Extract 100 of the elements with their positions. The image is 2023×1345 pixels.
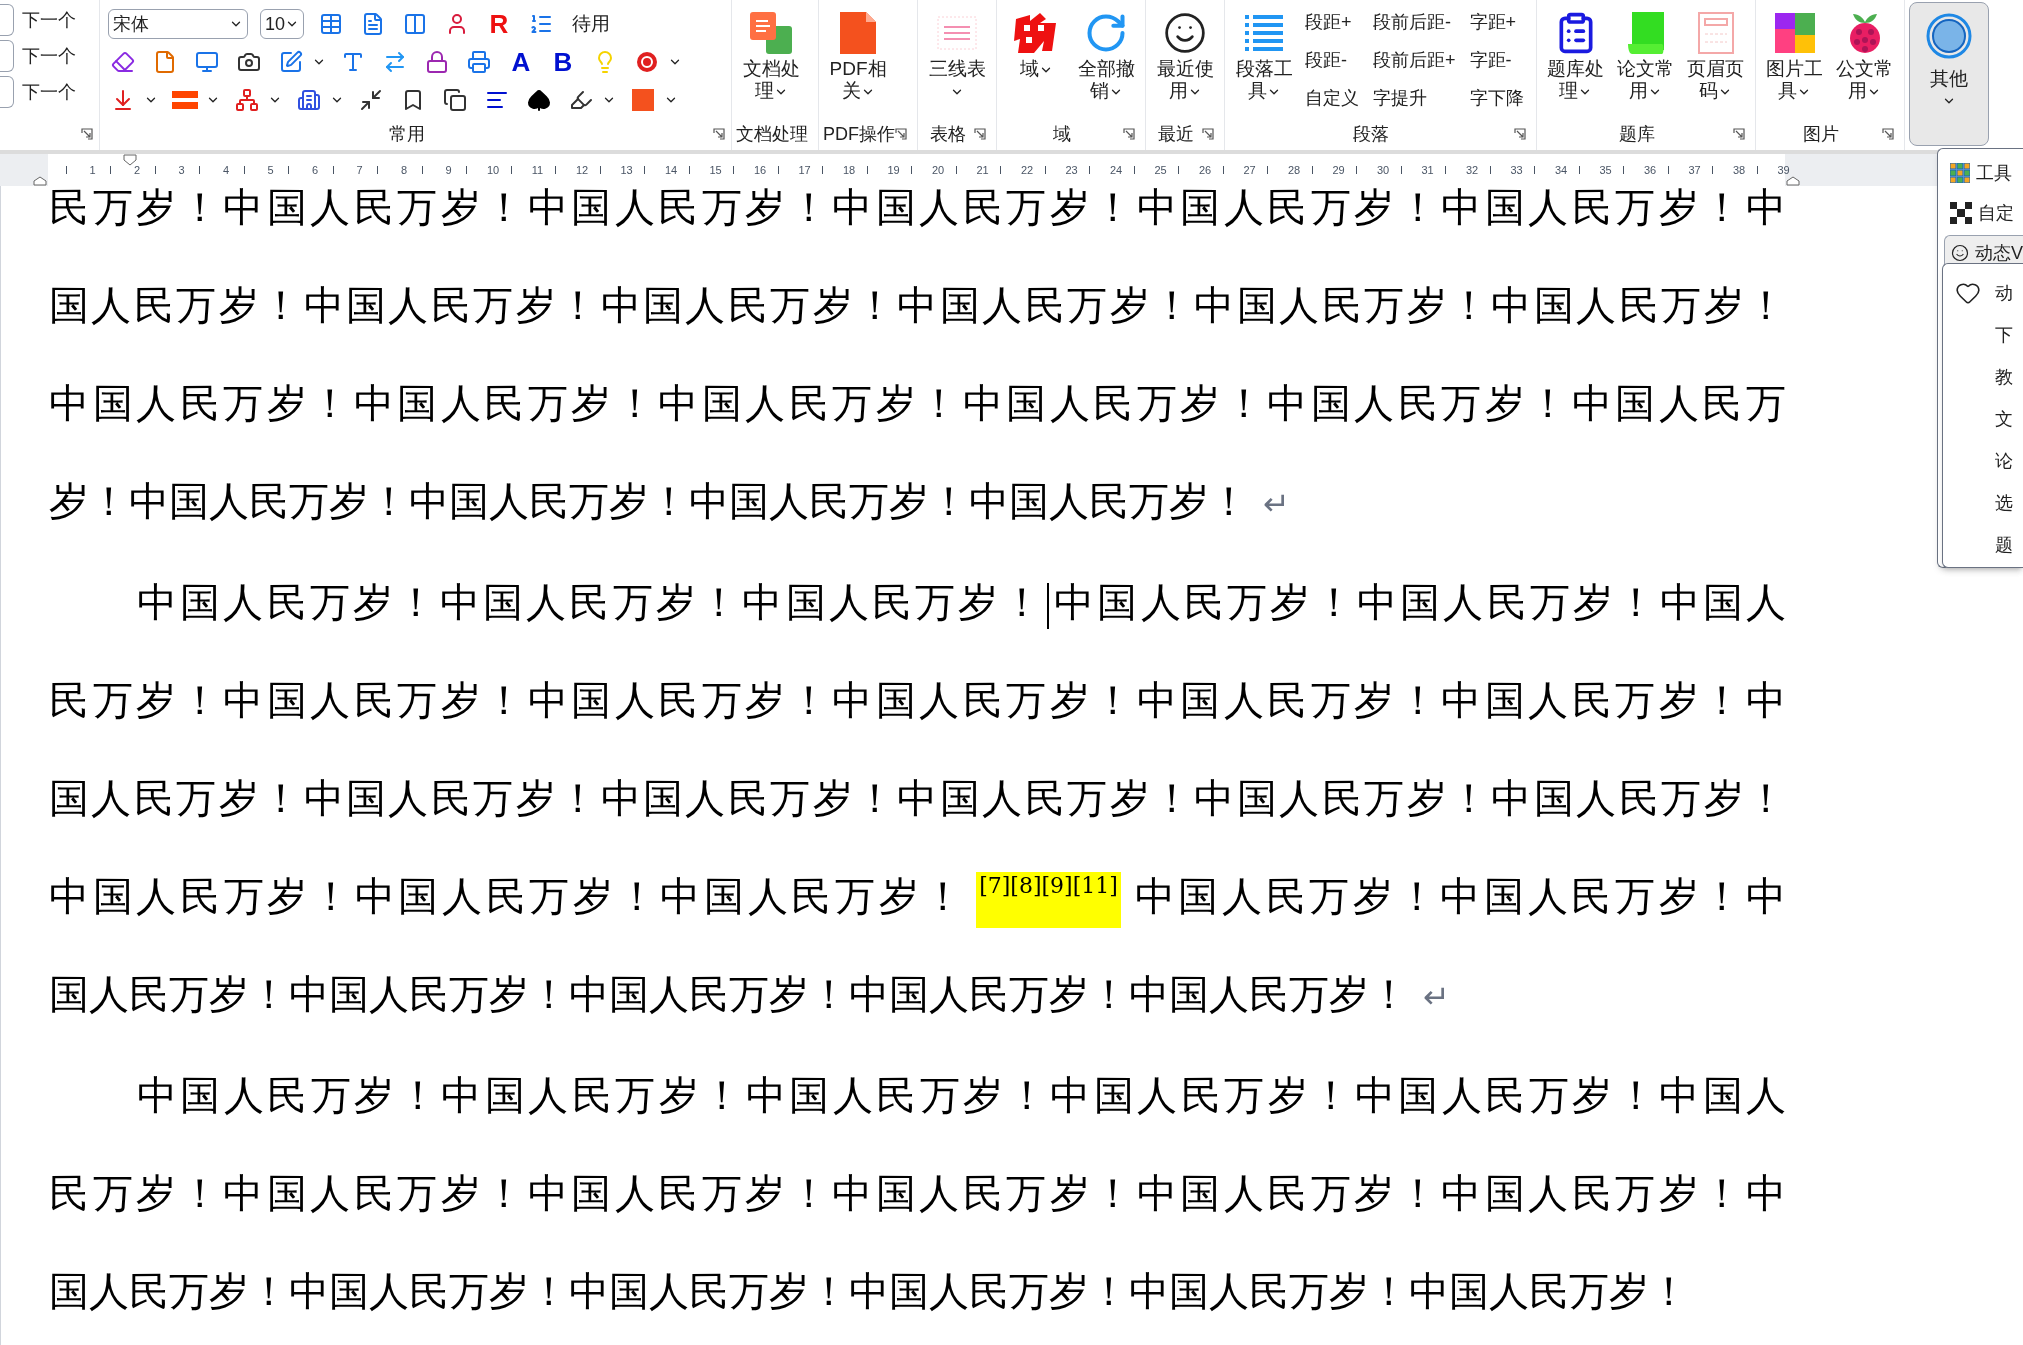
body-text: 中国人民万岁！中国人民万岁！中国人民万岁！中国人民万岁！中国人民万岁！中国人: [137, 1072, 1786, 1118]
submenu-item[interactable]: 选: [1943, 482, 2023, 525]
paragraph-mark: ↵: [1263, 485, 1290, 523]
copy-icon: [443, 88, 467, 112]
next-button[interactable]: 下一个: [22, 6, 76, 34]
ruler-number: 9: [444, 162, 453, 178]
font-dropdown[interactable]: 宋体: [108, 9, 248, 39]
submenu-item[interactable]: 下: [1943, 314, 2023, 357]
launcher-icon[interactable]: [974, 128, 986, 140]
ribbon-button[interactable]: 论文常用: [1610, 0, 1681, 118]
ruler-number: 20: [930, 162, 946, 178]
ribbon-small-button[interactable]: 字距-: [1469, 46, 1524, 74]
spade-icon: [527, 88, 551, 112]
submenu-item[interactable]: 动: [1943, 272, 2023, 315]
launcher-icon[interactable]: [1513, 128, 1526, 140]
ribbon-button[interactable]: 题库处理: [1540, 0, 1611, 118]
toolbar-button[interactable]: 待用: [568, 9, 614, 39]
ruler-number: 31: [1420, 162, 1435, 178]
ruler-number: 37: [1687, 162, 1702, 178]
launcher-icon[interactable]: [1123, 128, 1135, 140]
ruler-number: 8: [399, 162, 409, 178]
launcher-icon[interactable]: [895, 128, 907, 140]
ribbon-button[interactable]: PDF相关: [823, 0, 893, 118]
ruler-number: 27: [1242, 162, 1257, 178]
ruler-number: 10: [485, 162, 501, 178]
ruler-number: 5: [266, 162, 275, 178]
ruler-number: 7: [355, 162, 364, 178]
page-header-icon: [1695, 10, 1736, 56]
highlighter-icon: [569, 88, 593, 112]
ruler-number: 25: [1153, 162, 1168, 178]
body-text: 中国人民万岁！中国人民万岁！中国人民万岁！: [49, 873, 967, 919]
launcher-icon[interactable]: [1202, 128, 1214, 140]
ruler-number: 28: [1286, 162, 1302, 178]
letter-button[interactable]: B: [548, 47, 578, 77]
checker-icon: [1950, 202, 1972, 224]
ribbon-small-button[interactable]: 字下降: [1469, 84, 1524, 112]
ribbon-button[interactable]: 三线表: [922, 0, 992, 118]
ribbon-small-button[interactable]: 段前后距-: [1373, 8, 1456, 36]
camera-icon: [237, 50, 261, 74]
body-text: 国人民万岁！中国人民万岁！中国人民万岁！中国人民万岁！中国人民万岁！中国人民万岁！: [49, 1268, 1689, 1314]
file-icon: [153, 50, 177, 74]
table-lines-icon: [934, 13, 980, 53]
ribbon-button[interactable]: 公文常用: [1829, 0, 1900, 118]
ribbon-small-button[interactable]: 段距+: [1305, 8, 1359, 36]
ruler-number: 18: [841, 162, 857, 178]
font-size-dropdown[interactable]: 10: [260, 9, 304, 39]
text-cursor: [1047, 583, 1049, 629]
ribbon-small-button[interactable]: 段距-: [1305, 46, 1359, 74]
launcher-icon[interactable]: [81, 128, 93, 140]
launcher-icon[interactable]: [1732, 128, 1745, 140]
submenu-item[interactable]: 教: [1943, 356, 2023, 399]
group-label: PDF操作: [823, 123, 895, 146]
ruler-number: 21: [975, 162, 990, 178]
group-label: 表格: [929, 123, 967, 146]
group-label: 域: [1052, 123, 1072, 146]
launcher-icon[interactable]: [713, 128, 725, 140]
ruler-number: 12: [574, 162, 590, 178]
ruler-number: 3: [177, 162, 186, 178]
body-text: 民万岁！中国人民万岁！中国人民万岁！中国人民万岁！中国人民万岁！中国人民万岁！中: [49, 1170, 1786, 1216]
indent-marker-icon[interactable]: [33, 176, 47, 186]
ribbon-button[interactable]: 域: [1001, 0, 1071, 118]
ribbon-button[interactable]: 图片工具: [1759, 0, 1830, 118]
launcher-icon[interactable]: [1881, 128, 1894, 140]
ribbon-small-button[interactable]: 自定义: [1305, 84, 1359, 112]
ruler-number: 29: [1331, 162, 1346, 178]
ribbon-button[interactable]: 段落工具: [1229, 0, 1299, 118]
submenu-item[interactable]: 题: [1943, 524, 2023, 567]
next-button[interactable]: 下一个: [22, 78, 76, 106]
color-grid-icon: [1772, 11, 1817, 55]
next-button[interactable]: 下一个: [22, 42, 76, 70]
letter-button[interactable]: A: [506, 47, 536, 77]
indent-marker-icon[interactable]: [1786, 176, 1800, 186]
ruler-number: 33: [1509, 162, 1524, 178]
body-text: 中国人民万岁！中国人民万岁！中国人民万岁！中国人民万岁！中国人民万岁！中国人民万: [49, 380, 1786, 426]
ribbon-small-button[interactable]: 字提升: [1373, 84, 1456, 112]
group-label: 段落: [1352, 123, 1391, 146]
box-icon: [0, 76, 14, 108]
submenu-item[interactable]: 文: [1943, 398, 2023, 441]
ribbon-button[interactable]: 最近使用: [1150, 0, 1220, 118]
ruler-number: 39: [1776, 162, 1791, 178]
ribbon-button[interactable]: 文档处理: [736, 0, 806, 118]
printer-icon: [467, 50, 491, 74]
ruler-number: 2: [132, 162, 142, 178]
ruler-number: 19: [886, 162, 901, 178]
body-text: 民万岁！中国人民万岁！中国人民万岁！中国人民万岁！中国人民万岁！中国人民万岁！中: [49, 186, 1786, 230]
page-curl-icon: [1625, 10, 1666, 56]
ribbon-small-button[interactable]: 段前后距+: [1373, 46, 1456, 74]
edit-icon: [279, 50, 303, 74]
ruler-number: 13: [619, 162, 634, 178]
menu-item[interactable]: 自定: [1944, 195, 2023, 231]
ribbon-button[interactable]: 全部撤销: [1071, 0, 1141, 118]
body-text: 中国人民万岁！中国人民万岁！中国人: [1051, 579, 1786, 625]
documents-icon: [748, 10, 794, 56]
ribbon-button[interactable]: 页眉页码: [1680, 0, 1751, 118]
other-button[interactable]: 其他: [1908, 2, 1989, 146]
ribbon-small-button[interactable]: 字距+: [1469, 8, 1524, 36]
letter-button[interactable]: R: [484, 9, 514, 39]
menu-item[interactable]: 工具: [1944, 155, 2023, 191]
target-icon: [636, 51, 658, 73]
submenu-item[interactable]: 论: [1943, 440, 2023, 483]
